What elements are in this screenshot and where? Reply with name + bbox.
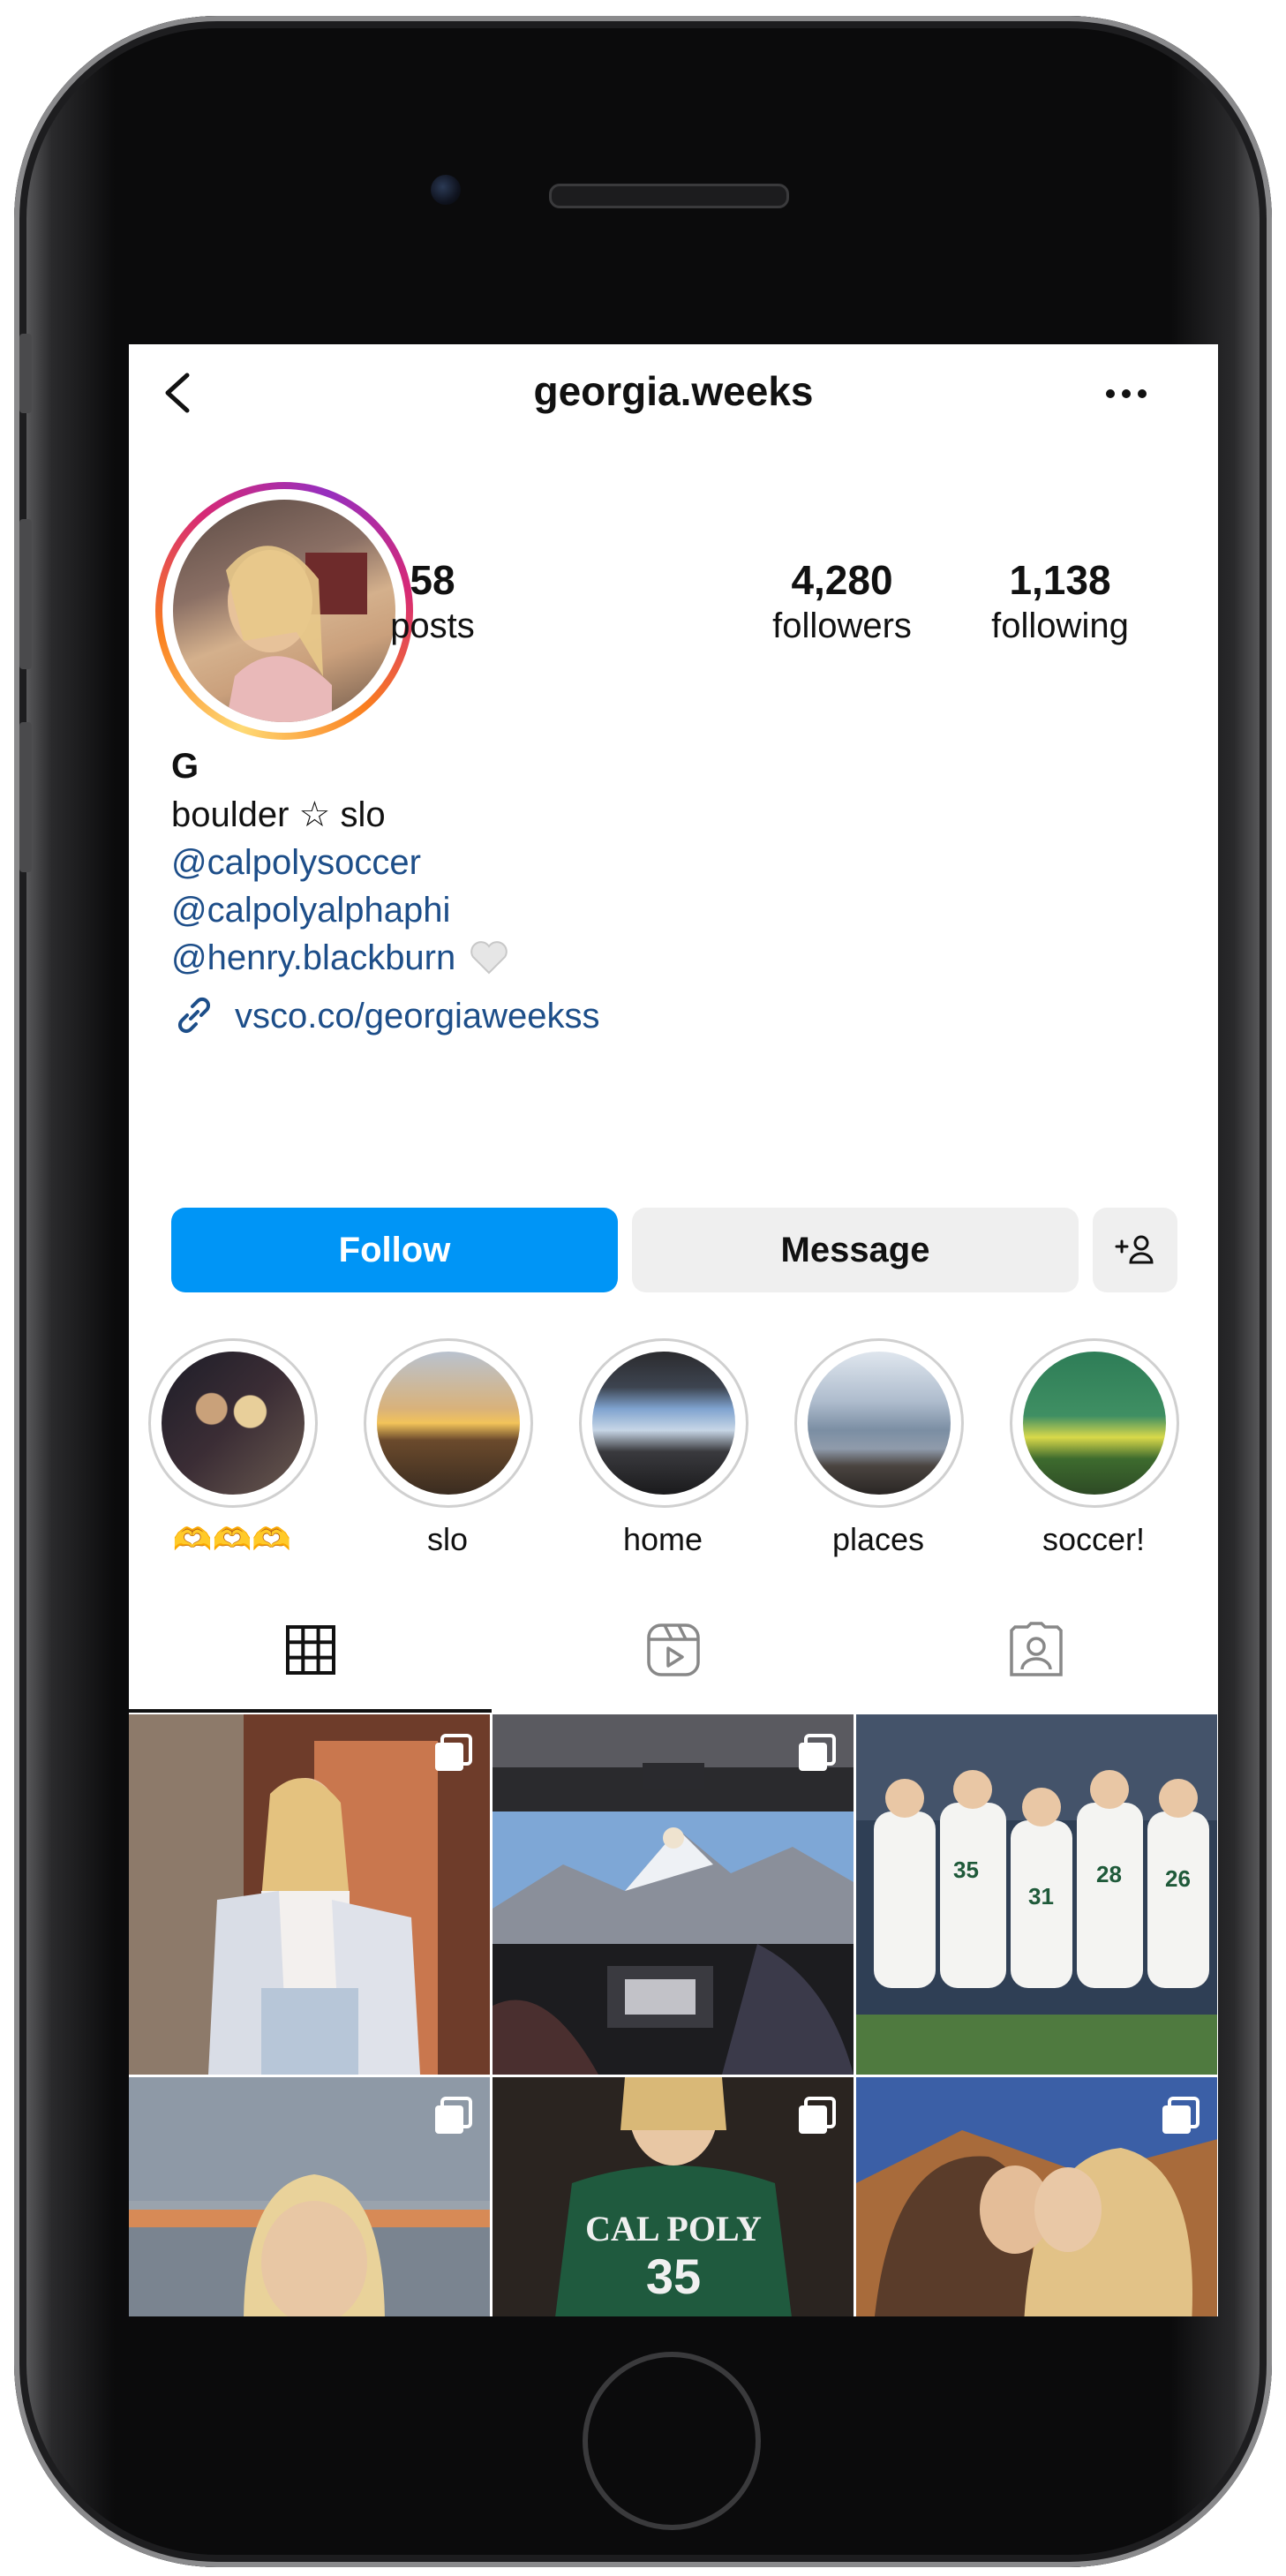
svg-text:35: 35 bbox=[953, 1857, 979, 1883]
tagged-icon bbox=[1009, 1622, 1063, 1676]
svg-text:26: 26 bbox=[1165, 1865, 1191, 1892]
post-thumbnail[interactable]: 35 31 28 26 bbox=[856, 1714, 1217, 2075]
highlight-label: places bbox=[831, 1521, 925, 1557]
phone-frame: georgia.weeks 58 posts 4,280 followers 1… bbox=[14, 16, 1272, 2567]
content-tabs bbox=[129, 1601, 1218, 1699]
followers-count[interactable]: 4,280 followers bbox=[732, 556, 952, 648]
highlight-car-cover bbox=[592, 1352, 735, 1495]
profile-username: georgia.weeks bbox=[533, 368, 814, 414]
posts-label: posts bbox=[390, 606, 475, 645]
highlight-item[interactable]: 🫶🫶🫶 bbox=[148, 1338, 318, 1559]
bio-text: boulder ☆ slo bbox=[171, 795, 386, 834]
post-thumbnail[interactable] bbox=[129, 2077, 490, 2316]
multiple-photos-icon bbox=[435, 2097, 472, 2134]
highlight-label: soccer! bbox=[1042, 1521, 1146, 1557]
mention-link-calpolysoccer[interactable]: @calpolysoccer bbox=[171, 839, 1142, 886]
highlight-sunset-cover bbox=[377, 1352, 520, 1495]
highlight-item[interactable]: slo bbox=[364, 1338, 533, 1559]
highlight-item[interactable]: home bbox=[579, 1338, 748, 1559]
volume-up-button bbox=[19, 519, 32, 669]
silent-switch bbox=[19, 334, 32, 413]
post-thumbnail[interactable] bbox=[129, 1714, 490, 2075]
tab-posts-grid[interactable] bbox=[129, 1601, 492, 1699]
mention-link-calpolyalphaphi[interactable]: @calpolyalphaphi bbox=[171, 886, 1142, 934]
svg-text:31: 31 bbox=[1028, 1883, 1054, 1909]
highlight-label: home bbox=[622, 1521, 703, 1557]
reels-icon bbox=[646, 1623, 700, 1676]
more-options-icon[interactable] bbox=[1100, 376, 1153, 411]
svg-text:28: 28 bbox=[1096, 1861, 1122, 1887]
followers-value: 4,280 bbox=[791, 557, 893, 603]
svg-text:CAL POLY: CAL POLY bbox=[585, 2209, 762, 2248]
profile-screen: georgia.weeks 58 posts 4,280 followers 1… bbox=[129, 344, 1218, 2316]
follow-button[interactable]: Follow bbox=[171, 1208, 618, 1292]
earpiece-speaker bbox=[549, 184, 789, 208]
top-nav-bar: georgia.weeks bbox=[129, 344, 1218, 441]
following-value: 1,138 bbox=[1009, 557, 1111, 603]
following-label: following bbox=[991, 606, 1129, 645]
highlight-item[interactable]: places bbox=[794, 1338, 964, 1559]
post-thumbnail[interactable] bbox=[856, 2077, 1217, 2316]
following-count[interactable]: 1,138 following bbox=[950, 556, 1170, 648]
front-camera bbox=[431, 175, 461, 205]
highlight-friends-cover bbox=[162, 1352, 305, 1495]
highlight-label: slo bbox=[426, 1521, 469, 1557]
message-button[interactable]: Message bbox=[632, 1208, 1079, 1292]
post-thumbnail[interactable]: CAL POLY 35 bbox=[493, 2077, 854, 2316]
post-thumbnail[interactable] bbox=[493, 1714, 854, 2075]
external-link[interactable]: vsco.co/georgiaweekss bbox=[171, 992, 1142, 1040]
tab-reels[interactable] bbox=[492, 1601, 854, 1699]
display-name: G bbox=[171, 747, 199, 786]
mention-link-henry-blackburn[interactable]: @henry.blackburn bbox=[171, 938, 455, 977]
multiple-photos-icon bbox=[799, 2097, 836, 2134]
tab-tagged[interactable] bbox=[854, 1601, 1217, 1699]
external-link-text: vsco.co/georgiaweekss bbox=[235, 997, 600, 1036]
suggested-users-button[interactable] bbox=[1093, 1208, 1177, 1292]
multiple-photos-icon bbox=[1162, 2097, 1200, 2134]
followers-label: followers bbox=[772, 606, 912, 645]
active-tab-indicator bbox=[129, 1709, 492, 1713]
add-person-icon bbox=[1115, 1235, 1154, 1264]
highlight-item[interactable]: soccer! bbox=[1010, 1338, 1179, 1559]
multiple-photos-icon bbox=[435, 1734, 472, 1771]
profile-bio: G boulder ☆ slo @calpolysoccer @calpolya… bbox=[171, 742, 1142, 1040]
highlight-lake-cover bbox=[808, 1352, 951, 1495]
home-button[interactable] bbox=[583, 2352, 761, 2530]
white-heart-icon bbox=[470, 941, 508, 975]
posts-count[interactable]: 58 posts bbox=[282, 556, 583, 648]
link-icon bbox=[177, 997, 211, 1034]
svg-text:35: 35 bbox=[646, 2248, 701, 2304]
grid-icon bbox=[285, 1625, 335, 1675]
highlight-soccer-cover bbox=[1023, 1352, 1166, 1495]
multiple-photos-icon bbox=[799, 1734, 836, 1771]
volume-down-button bbox=[19, 722, 32, 872]
posts-value: 58 bbox=[410, 557, 455, 603]
highlight-label: 🫶🫶🫶 bbox=[172, 1521, 292, 1557]
